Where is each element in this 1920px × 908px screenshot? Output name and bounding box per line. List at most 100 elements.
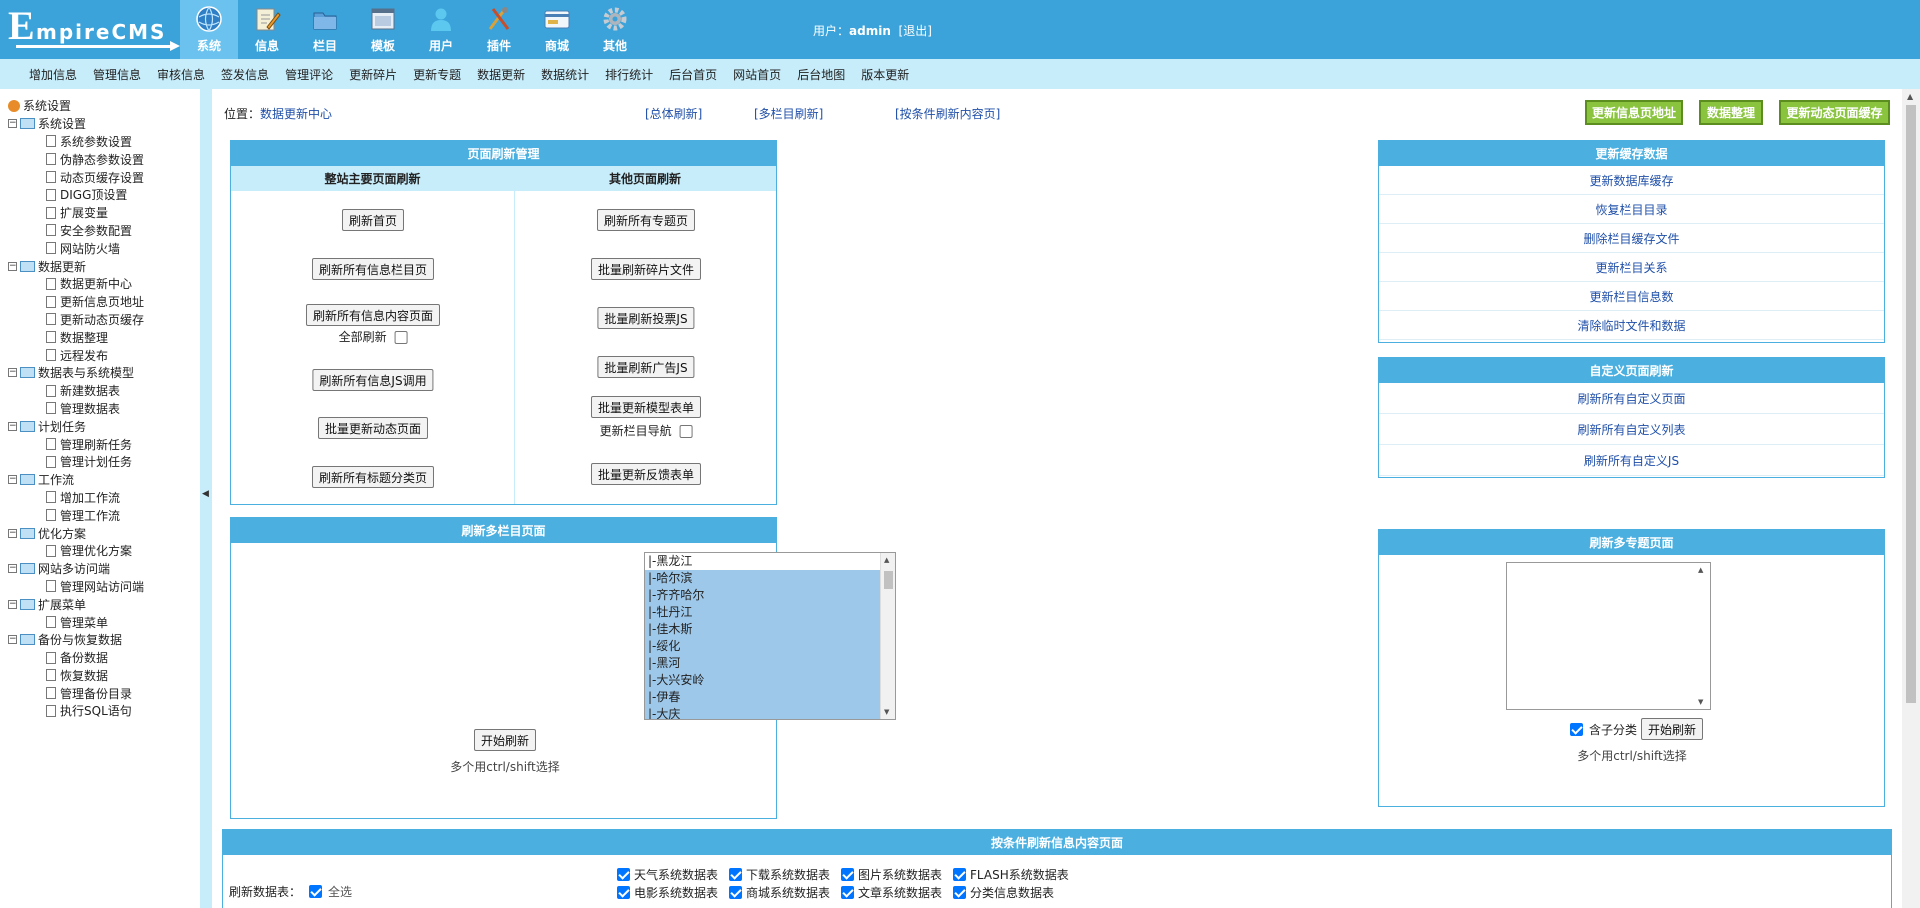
nav-tab-4[interactable]: 用户 xyxy=(412,0,470,59)
tree-item[interactable]: 远程发布 xyxy=(0,346,200,364)
topic-scroll-up-icon[interactable]: ▲ xyxy=(1698,566,1703,574)
tree-root[interactable]: 系统设置 xyxy=(0,97,200,115)
tree-item[interactable]: 动态页缓存设置 xyxy=(0,168,200,186)
tree-item[interactable]: 新建数据表 xyxy=(0,382,200,400)
tree-item[interactable]: DIGG顶设置 xyxy=(0,186,200,204)
refresh-title-category-button[interactable]: 刷新所有标题分类页 xyxy=(311,466,435,488)
tree-group[interactable]: − 备份与恢复数据 xyxy=(0,631,200,649)
tree-item[interactable]: 安全参数配置 xyxy=(0,222,200,240)
tree-group[interactable]: − 数据更新 xyxy=(0,257,200,275)
tree-group[interactable]: − 数据表与系统模型 xyxy=(0,364,200,382)
column-option[interactable]: |-佳木斯 xyxy=(645,621,880,638)
tree-group[interactable]: − 计划任务 xyxy=(0,417,200,435)
collapse-minus-icon[interactable]: − xyxy=(8,475,17,485)
include-sub-checkbox[interactable] xyxy=(1570,722,1583,736)
tree-item[interactable]: 系统参数设置 xyxy=(0,133,200,151)
table-checkbox[interactable] xyxy=(617,868,630,881)
cache-link[interactable]: 更新栏目关系 xyxy=(1379,253,1884,282)
topic-listbox-scrollbar[interactable]: ▲ ▼ xyxy=(1695,563,1710,709)
table-checkbox[interactable] xyxy=(617,886,630,899)
nav-update-checkbox[interactable] xyxy=(679,425,693,438)
all-refresh-checkbox[interactable] xyxy=(394,331,408,344)
subnav-item-5[interactable]: 更新碎片 xyxy=(349,66,397,83)
table-checkbox[interactable] xyxy=(729,868,742,881)
tree-item[interactable]: 伪静态参数设置 xyxy=(0,150,200,168)
batch-update-model-form-button[interactable]: 批量更新模型表单 xyxy=(590,396,702,418)
tree-item[interactable]: 备份数据 xyxy=(0,649,200,667)
table-option[interactable]: FLASH系统数据表 xyxy=(953,866,1069,883)
tree-item[interactable]: 扩展变量 xyxy=(0,204,200,222)
scroll-down-icon[interactable]: ▼ xyxy=(884,708,889,716)
tree-item[interactable]: 增加工作流 xyxy=(0,489,200,507)
column-option[interactable]: |-伊春 xyxy=(645,689,880,706)
table-checkbox[interactable] xyxy=(729,886,742,899)
table-option[interactable]: 下载系统数据表 xyxy=(729,866,830,883)
tree-group[interactable]: − 系统设置 xyxy=(0,115,200,133)
page-scrollbar[interactable]: ▲ xyxy=(1902,89,1920,908)
listbox-scrollbar[interactable]: ▲ ▼ xyxy=(880,553,895,719)
subnav-item-0[interactable]: 增加信息 xyxy=(29,66,77,83)
cache-link[interactable]: 更新栏目信息数 xyxy=(1379,282,1884,311)
table-option[interactable]: 图片系统数据表 xyxy=(841,866,942,883)
table-option[interactable]: 天气系统数据表 xyxy=(617,866,718,883)
nav-tab-6[interactable]: 商城 xyxy=(528,0,586,59)
tree-group[interactable]: − 扩展菜单 xyxy=(0,595,200,613)
tree-group[interactable]: − 工作流 xyxy=(0,471,200,489)
scroll-up-icon[interactable]: ▲ xyxy=(884,556,889,564)
collapse-minus-icon[interactable]: − xyxy=(8,421,17,431)
update-info-url-button[interactable]: 更新信息页地址 xyxy=(1585,100,1683,125)
tree-group[interactable]: − 优化方案 xyxy=(0,524,200,542)
nav-tab-1[interactable]: 信息 xyxy=(238,0,296,59)
custom-refresh-link[interactable]: 刷新所有自定义列表 xyxy=(1379,414,1884,445)
cache-link[interactable]: 恢复栏目目录 xyxy=(1379,195,1884,224)
data-cleanup-button[interactable]: 数据整理 xyxy=(1699,100,1763,125)
subnav-item-4[interactable]: 管理评论 xyxy=(285,66,333,83)
refresh-all-content-pages-button[interactable]: 刷新所有信息内容页面 xyxy=(305,304,441,326)
subnav-item-8[interactable]: 数据统计 xyxy=(541,66,589,83)
batch-refresh-ad-js-button[interactable]: 批量刷新广告JS xyxy=(597,356,695,378)
table-checkbox[interactable] xyxy=(841,886,854,899)
collapse-minus-icon[interactable]: − xyxy=(8,599,17,609)
tree-item[interactable]: 管理网站访问端 xyxy=(0,578,200,596)
tree-item[interactable]: 管理优化方案 xyxy=(0,542,200,560)
subnav-item-10[interactable]: 后台首页 xyxy=(669,66,717,83)
table-option[interactable]: 文章系统数据表 xyxy=(841,884,942,901)
tree-item[interactable]: 恢复数据 xyxy=(0,667,200,685)
column-listbox[interactable]: |-黑龙江 |-哈尔滨 |-齐齐哈尔 |-牡丹江 |-佳木斯 |-绥化 |-黑河 |-大兴安岭… xyxy=(644,552,896,720)
table-option[interactable]: 分类信息数据表 xyxy=(953,884,1054,901)
quicklink-multi-column[interactable]: [多栏目刷新] xyxy=(754,105,823,122)
tree-item[interactable]: 管理数据表 xyxy=(0,400,200,418)
logout-link[interactable]: [退出] xyxy=(899,24,932,38)
batch-update-dynamic-button[interactable]: 批量更新动态页面 xyxy=(317,417,429,439)
column-start-refresh-button[interactable]: 开始刷新 xyxy=(473,729,537,751)
cache-link[interactable]: 删除栏目缓存文件 xyxy=(1379,224,1884,253)
subnav-item-6[interactable]: 更新专题 xyxy=(413,66,461,83)
quicklink-overall-refresh[interactable]: [总体刷新] xyxy=(645,105,702,122)
column-option[interactable]: |-哈尔滨 xyxy=(645,570,880,587)
refresh-all-topic-button[interactable]: 刷新所有专题页 xyxy=(596,209,696,231)
location-page-link[interactable]: 数据更新中心 xyxy=(260,107,332,121)
topic-listbox[interactable]: ▲ ▼ xyxy=(1506,562,1711,710)
collapse-minus-icon[interactable]: − xyxy=(8,564,17,574)
column-option[interactable]: |-齐齐哈尔 xyxy=(645,587,880,604)
update-dynamic-cache-button[interactable]: 更新动态页面缓存 xyxy=(1779,100,1890,125)
tree-item[interactable]: 更新信息页地址 xyxy=(0,293,200,311)
tree-item[interactable]: 管理工作流 xyxy=(0,506,200,524)
page-scroll-thumb[interactable] xyxy=(1906,105,1916,703)
batch-update-feedback-form-button[interactable]: 批量更新反馈表单 xyxy=(590,463,702,485)
quicklink-condition-refresh[interactable]: [按条件刷新内容页] xyxy=(895,105,1000,122)
refresh-home-button[interactable]: 刷新首页 xyxy=(341,209,405,231)
refresh-all-js-button[interactable]: 刷新所有信息JS调用 xyxy=(312,369,434,391)
table-option[interactable]: 商城系统数据表 xyxy=(729,884,830,901)
subnav-item-7[interactable]: 数据更新 xyxy=(477,66,525,83)
cache-link[interactable]: 更新数据库缓存 xyxy=(1379,166,1884,195)
column-option[interactable]: |-黑龙江 xyxy=(645,553,895,570)
topic-scroll-down-icon[interactable]: ▼ xyxy=(1698,698,1703,706)
table-checkbox[interactable] xyxy=(841,868,854,881)
tree-item[interactable]: 数据更新中心 xyxy=(0,275,200,293)
subnav-item-1[interactable]: 管理信息 xyxy=(93,66,141,83)
subnav-item-9[interactable]: 排行统计 xyxy=(605,66,653,83)
column-option[interactable]: |-黑河 xyxy=(645,655,880,672)
column-option[interactable]: |-大庆 xyxy=(645,706,880,719)
table-option[interactable]: 电影系统数据表 xyxy=(617,884,718,901)
